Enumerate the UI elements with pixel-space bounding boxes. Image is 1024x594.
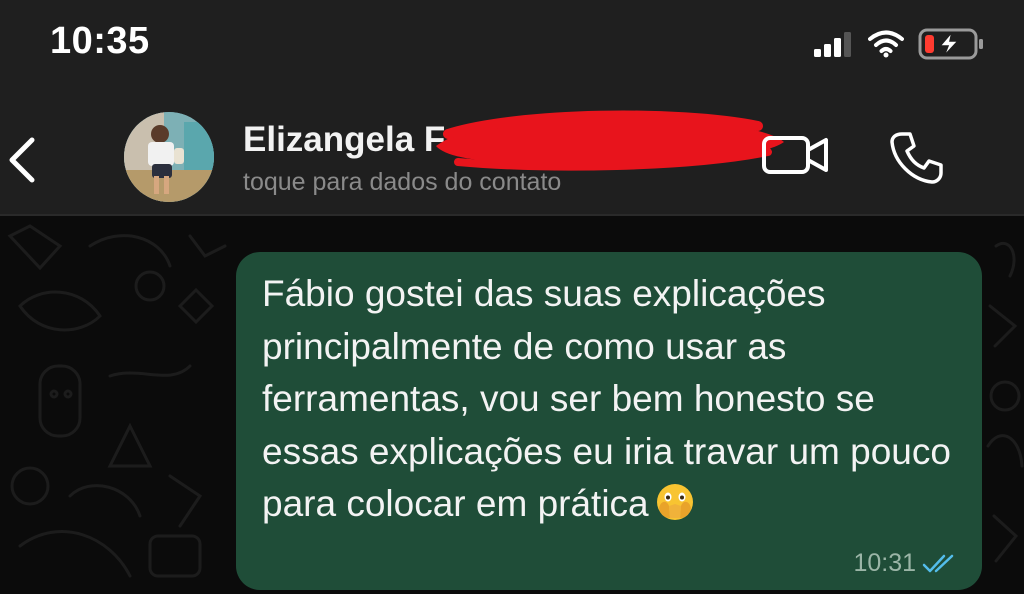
video-call-button[interactable] [760,130,832,180]
contact-avatar[interactable] [124,112,214,202]
redaction-scribble [436,110,784,171]
phone-icon [890,132,943,184]
back-button[interactable] [4,130,40,190]
video-camera-icon [762,136,828,174]
message-time: 10:31 [853,549,916,577]
chat-area[interactable]: Fábio gostei das suas explicações princi… [0,216,1024,594]
battery-charging-low-icon [918,28,983,60]
avatar-photo [124,112,214,202]
message-text-container: Fábio gostei das suas explicações princi… [262,268,962,531]
face-with-open-eyes-and-hand-over-mouth-emoji [656,484,693,520]
message-bubble-outgoing[interactable]: Fábio gostei das suas explicações princi… [236,252,982,590]
whatsapp-chat-screen: 10:35 Elizangela F toque para dados do c… [0,0,1024,594]
chevron-left-icon [9,137,35,183]
cellular-signal-icon [814,32,851,57]
double-check-read-icon [922,554,954,572]
status-bar: 10:35 [0,0,1024,90]
status-time: 10:35 [50,20,150,62]
wifi-icon [868,30,904,58]
message-text: Fábio gostei das suas explicações princi… [262,273,951,524]
voice-call-button[interactable] [886,128,946,188]
message-meta: 10:31 [853,549,960,578]
contact-subtitle[interactable]: toque para dados do contato [243,168,561,197]
chat-header: Elizangela F toque para dados do contato [0,90,1024,216]
contact-name[interactable]: Elizangela F [243,120,445,160]
status-icons [814,26,984,62]
